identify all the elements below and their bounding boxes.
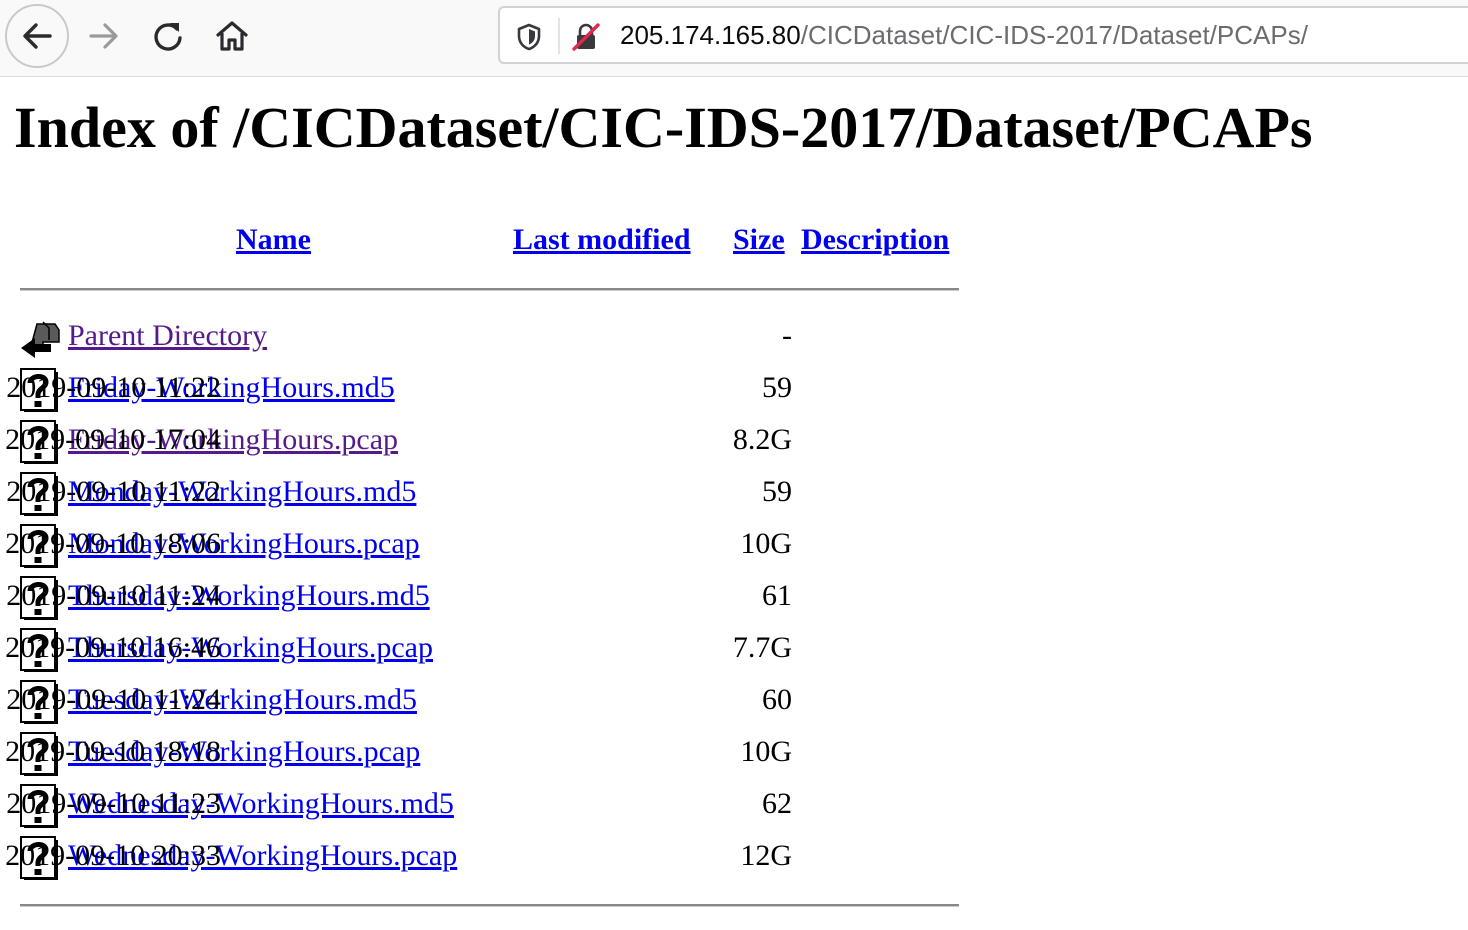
table-row: Thursday-WorkingHours.md5 2019-09-10 11:2… bbox=[0, 570, 960, 622]
table-row: Friday-WorkingHours.md5 2019-09-10 11:22 5… bbox=[0, 362, 960, 414]
sort-by-last-modified-link[interactable]: Last modified bbox=[513, 220, 691, 260]
forward-arrow-icon bbox=[89, 23, 118, 49]
last-modified-cell: 2019-09-10 11:23 bbox=[6, 787, 221, 820]
last-modified-cell: 2019-09-10 11:22 bbox=[6, 475, 221, 508]
reload-icon bbox=[154, 23, 182, 51]
size-cell: 59 bbox=[762, 371, 792, 404]
sort-by-size-link[interactable]: Size bbox=[733, 220, 785, 260]
table-row: Monday-WorkingHours.md5 2019-09-10 11:22 5… bbox=[0, 466, 960, 518]
size-cell: - bbox=[782, 319, 792, 352]
last-modified-cell: 2019-09-10 18:06 bbox=[5, 527, 221, 560]
size-cell: 59 bbox=[762, 475, 792, 508]
size-cell: 12G bbox=[740, 839, 792, 872]
size-cell: 7.7G bbox=[732, 631, 792, 664]
table-row: Wednesday-WorkingHours.pcap 2019-09-10 20… bbox=[0, 830, 960, 882]
last-modified-cell: 2019-09-10 18:18 bbox=[5, 735, 221, 768]
divider-top bbox=[20, 288, 959, 291]
table-row: Wednesday-WorkingHours.md5 2019-09-10 11:… bbox=[0, 778, 960, 830]
url-path: /CICDataset/CIC-IDS-2017/Dataset/PCAPs/ bbox=[800, 20, 1308, 50]
size-cell: 60 bbox=[762, 683, 792, 716]
divider-bottom bbox=[20, 904, 959, 907]
last-modified-cell: 2019-09-10 11:24 bbox=[6, 579, 221, 612]
insecure-lock-icon[interactable] bbox=[570, 21, 602, 53]
back-arrow-icon bbox=[19, 316, 60, 360]
shield-icon[interactable] bbox=[514, 22, 544, 52]
last-modified-cell: 2019-09-10 20:33 bbox=[5, 839, 221, 872]
url-host: 205.174.165.80 bbox=[620, 20, 801, 50]
sort-by-description-link[interactable]: Description bbox=[801, 220, 949, 260]
parent-directory-link[interactable]: Parent Directory bbox=[68, 318, 267, 354]
reload-button[interactable] bbox=[148, 14, 188, 58]
back-button[interactable] bbox=[5, 4, 69, 68]
size-cell: 61 bbox=[762, 579, 792, 612]
url-text[interactable]: 205.174.165.80/CICDataset/CIC-IDS-2017/D… bbox=[620, 19, 1308, 51]
browser-toolbar: 205.174.165.80/CICDataset/CIC-IDS-2017/D… bbox=[0, 0, 1468, 77]
page-title: Index of /CICDataset/CIC-IDS-2017/Datase… bbox=[14, 95, 1313, 160]
address-bar[interactable]: 205.174.165.80/CICDataset/CIC-IDS-2017/D… bbox=[498, 6, 1468, 64]
home-button[interactable] bbox=[212, 14, 252, 58]
table-row: Tuesday-WorkingHours.pcap 2019-09-10 18:1… bbox=[0, 726, 960, 778]
table-row: Friday-WorkingHours.pcap 2019-09-10 17:04… bbox=[0, 414, 960, 466]
table-row: Tuesday-WorkingHours.md5 2019-09-10 11:24… bbox=[0, 674, 960, 726]
sort-by-name-link[interactable]: Name bbox=[236, 220, 311, 260]
size-cell: 10G bbox=[740, 527, 792, 560]
forward-button[interactable] bbox=[84, 14, 124, 58]
table-row: Monday-WorkingHours.pcap 2019-09-10 18:06… bbox=[0, 518, 960, 570]
last-modified-cell: 2019-09-10 17:04 bbox=[5, 423, 221, 456]
size-cell: 8.2G bbox=[732, 423, 792, 456]
size-cell: 62 bbox=[762, 787, 792, 820]
home-icon bbox=[216, 21, 248, 51]
last-modified-cell: 2019-09-10 16:46 bbox=[5, 631, 221, 664]
file-listing: Parent Directory - Friday-WorkingHours.md… bbox=[0, 310, 960, 882]
url-divider bbox=[558, 18, 560, 54]
table-row: Thursday-WorkingHours.pcap 2019-09-10 16:… bbox=[0, 622, 960, 674]
size-cell: 10G bbox=[740, 735, 792, 768]
last-modified-cell: 2019-09-10 11:22 bbox=[6, 371, 221, 404]
back-arrow-icon bbox=[23, 23, 52, 49]
parent-directory-row: Parent Directory - bbox=[0, 310, 960, 362]
last-modified-cell: 2019-09-10 11:24 bbox=[6, 683, 221, 716]
